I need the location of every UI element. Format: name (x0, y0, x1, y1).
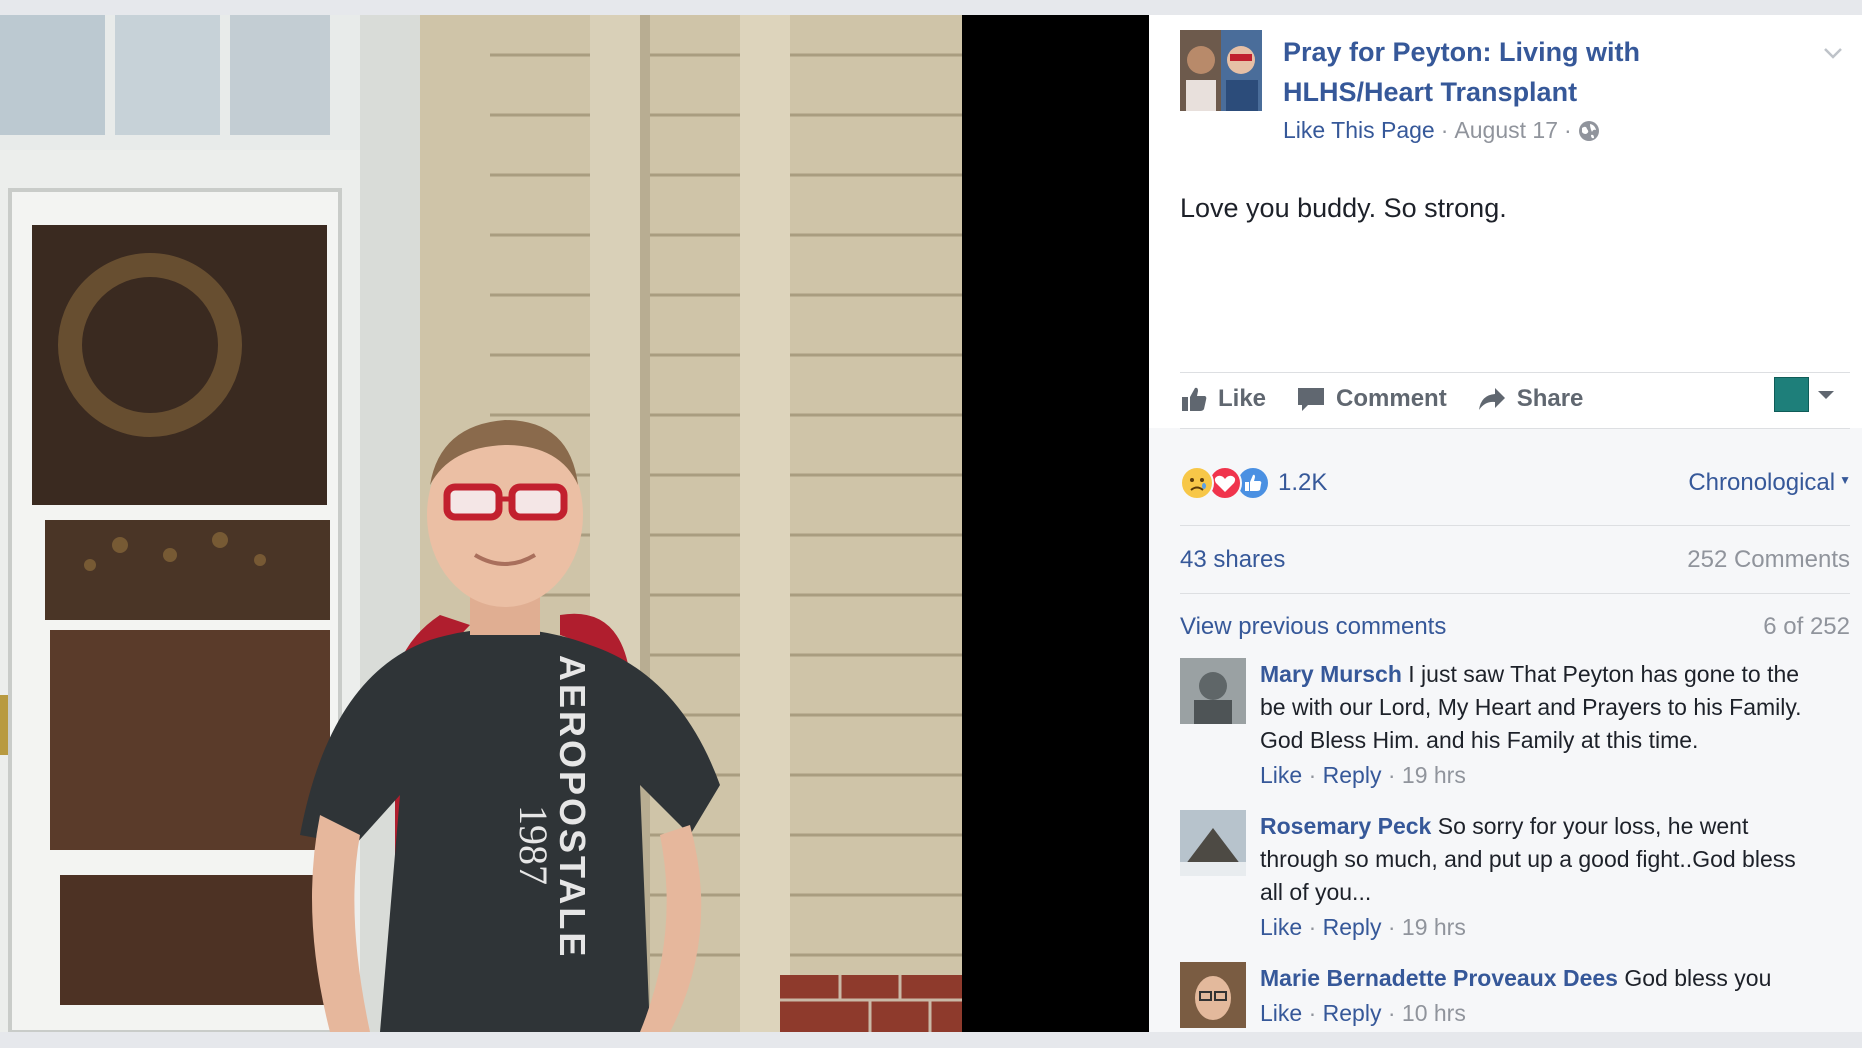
separator: · (1308, 1000, 1323, 1026)
divider (1180, 525, 1850, 526)
svg-text:1987: 1987 (511, 805, 556, 885)
comment-author-link[interactable]: Marie Bernadette Proveaux Dees (1260, 965, 1618, 991)
sad-reaction-icon (1180, 466, 1214, 500)
separator: · (1308, 762, 1323, 788)
post-date[interactable]: August 17 (1454, 117, 1558, 144)
commenter-avatar-image (1180, 810, 1246, 876)
svg-text:AEROPOSTALE: AEROPOSTALE (552, 655, 593, 959)
comment-timestamp[interactable]: 19 hrs (1402, 914, 1466, 940)
page-avatar-image (1180, 30, 1262, 111)
post-photo[interactable]: AEROPOSTALE 1987 (0, 15, 962, 1032)
comment-timestamp[interactable]: 19 hrs (1402, 762, 1466, 788)
divider (1180, 372, 1850, 373)
view-previous-comments-link[interactable]: View previous comments (1180, 613, 1446, 641)
comments-count-link[interactable]: 252 Comments (1687, 546, 1850, 574)
page-name-link[interactable]: Pray for Peyton: Living with HLHS/Heart … (1283, 32, 1723, 112)
share-arrow-icon (1478, 388, 1505, 410)
comment-reply-link[interactable]: Reply (1323, 1000, 1382, 1026)
comments-pager-count: 6 of 252 (1763, 613, 1850, 640)
comment-like-link[interactable]: Like (1260, 762, 1302, 788)
post-meta: Like This Page · August 17 · (1283, 117, 1600, 144)
post-as-selector[interactable] (1774, 377, 1835, 412)
like-button[interactable]: Like (1180, 385, 1266, 413)
meta-separator: · (1564, 117, 1572, 143)
comment-button-label: Comment (1336, 385, 1447, 412)
boy-photo-illustration: AEROPOSTALE 1987 (0, 15, 962, 1032)
comment-actions: Like · Reply · 19 hrs (1260, 911, 1820, 944)
reaction-count: 1.2K (1278, 469, 1328, 496)
shares-count-link[interactable]: 43 shares (1180, 546, 1285, 574)
comment-like-link[interactable]: Like (1260, 1000, 1302, 1026)
comment-button[interactable]: Comment (1296, 385, 1447, 413)
like-this-page-link[interactable]: Like This Page (1283, 117, 1435, 144)
divider (1180, 593, 1850, 594)
commenter-avatar[interactable] (1180, 962, 1246, 1028)
comment-sort-dropdown[interactable]: Chronological ▼ (1688, 469, 1851, 497)
sort-label: Chronological (1688, 469, 1836, 496)
meta-separator: · (1440, 117, 1449, 143)
post-options-chevron-icon[interactable] (1821, 41, 1845, 65)
comment-reply-link[interactable]: Reply (1323, 914, 1382, 940)
comment-actions: Like · Reply · 19 hrs (1260, 759, 1820, 792)
page-avatar[interactable] (1180, 30, 1262, 111)
comment-body: Marie Bernadette Proveaux Dees God bless… (1260, 962, 1820, 1030)
photo-viewer: AEROPOSTALE 1987 Pray for Peyton: Living… (0, 15, 1862, 1032)
page-thumbnail (1774, 377, 1809, 412)
comment-like-link[interactable]: Like (1260, 914, 1302, 940)
comment-author-link[interactable]: Rosemary Peck (1260, 813, 1431, 839)
like-button-label: Like (1218, 385, 1267, 412)
post-actions-bar: Like Comment Share (1180, 385, 1583, 413)
commenter-avatar-image (1180, 962, 1246, 1028)
commenter-avatar[interactable] (1180, 658, 1246, 724)
divider (1180, 428, 1850, 429)
comment-actions: Like · Reply · 10 hrs (1260, 997, 1820, 1030)
reactions-summary[interactable]: 1.2K (1180, 466, 1327, 500)
comment-bubble-icon (1298, 388, 1325, 411)
caret-down-icon (1818, 390, 1834, 399)
comment-timestamp[interactable]: 10 hrs (1402, 1000, 1466, 1026)
separator: · (1387, 1000, 1402, 1026)
commenter-avatar[interactable] (1180, 810, 1246, 876)
share-button[interactable]: Share (1477, 385, 1584, 413)
separator: · (1387, 914, 1402, 940)
comment-body: Mary Mursch I just saw That Peyton has g… (1260, 658, 1820, 792)
comment-text: God bless you (1624, 965, 1772, 991)
separator: · (1387, 762, 1402, 788)
thumbs-up-icon (1182, 387, 1207, 411)
separator: · (1308, 914, 1323, 940)
caret-down-icon: ▼ (1839, 473, 1851, 487)
post-text: Love you buddy. So strong. (1180, 193, 1507, 223)
globe-icon (1578, 120, 1599, 141)
comment-body: Rosemary Peck So sorry for your loss, he… (1260, 810, 1820, 944)
comment-reply-link[interactable]: Reply (1323, 762, 1382, 788)
post-panel: Pray for Peyton: Living with HLHS/Heart … (1149, 15, 1862, 1032)
share-button-label: Share (1516, 385, 1584, 412)
commenter-avatar-image (1180, 658, 1246, 724)
comment-author-link[interactable]: Mary Mursch (1260, 661, 1402, 687)
